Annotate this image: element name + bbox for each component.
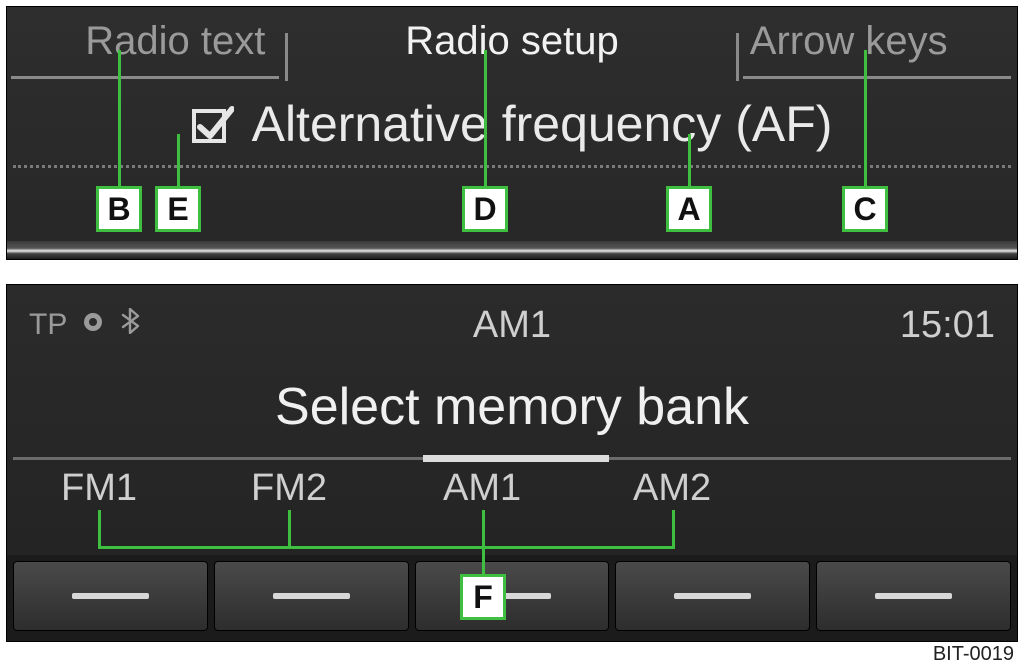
bank-fm2[interactable]: FM2: [251, 467, 327, 510]
callout-F: F: [460, 574, 506, 620]
callout-line: [482, 546, 485, 576]
soft-button-2[interactable]: [214, 561, 409, 631]
tp-indicator: TP: [29, 308, 67, 342]
soft-button-3[interactable]: [415, 561, 610, 631]
callout-line: [98, 510, 101, 546]
tab-label: Arrow keys: [750, 19, 948, 63]
bank-am1[interactable]: AM1: [443, 467, 521, 510]
status-left: TP: [29, 308, 141, 342]
tab-radio-text[interactable]: Radio text: [7, 19, 344, 73]
status-clock: 15:01: [900, 304, 995, 347]
tab-radio-setup[interactable]: Radio setup: [344, 19, 681, 73]
bank-fm1[interactable]: FM1: [61, 467, 137, 510]
figure-id: BIT-0019: [933, 643, 1014, 666]
callout-A: A: [666, 186, 712, 232]
callout-line: [98, 546, 675, 549]
callout-line: [672, 510, 675, 546]
soft-button-4[interactable]: [615, 561, 810, 631]
callout-line: [288, 510, 291, 546]
bank-am2[interactable]: AM2: [633, 467, 711, 510]
bank-highlight: [423, 455, 609, 462]
callout-line: [118, 50, 121, 188]
dotted-separator: [13, 165, 1011, 168]
status-band: AM1: [473, 304, 551, 347]
lower-display: TP AM1 15:01 Select memory bank FM1 FM2 …: [6, 284, 1018, 642]
tab-divider: [285, 33, 288, 81]
callout-line: [864, 50, 867, 188]
callout-C: C: [842, 186, 888, 232]
memory-bank-row: FM1 FM2 AM1 AM2: [7, 457, 1017, 527]
tab-arrow-keys[interactable]: Arrow keys: [680, 19, 1017, 73]
callout-line: [484, 50, 487, 188]
callout-D: D: [462, 186, 508, 232]
tab-underline: [11, 76, 279, 79]
tab-label: Radio text: [85, 19, 265, 63]
callout-line: [177, 134, 180, 188]
callout-line: [482, 510, 485, 546]
panel-gloss-strip: [7, 241, 1017, 259]
tab-underline: [743, 76, 1011, 79]
status-bar: TP AM1 15:01: [7, 303, 1017, 347]
tab-label: Radio setup: [405, 19, 618, 63]
callout-E: E: [155, 186, 201, 232]
soft-button-5[interactable]: [816, 561, 1011, 631]
bluetooth-icon: [119, 308, 141, 342]
checkbox-checked-icon: [192, 103, 234, 145]
gear-icon: [81, 308, 105, 342]
callout-line: [688, 134, 691, 188]
callout-B: B: [96, 186, 142, 232]
soft-button-row: [7, 555, 1017, 641]
option-label: Alternative frequency (AF): [252, 95, 833, 153]
tab-divider: [736, 33, 739, 81]
page-title: Select memory bank: [7, 377, 1017, 437]
soft-button-1[interactable]: [13, 561, 208, 631]
